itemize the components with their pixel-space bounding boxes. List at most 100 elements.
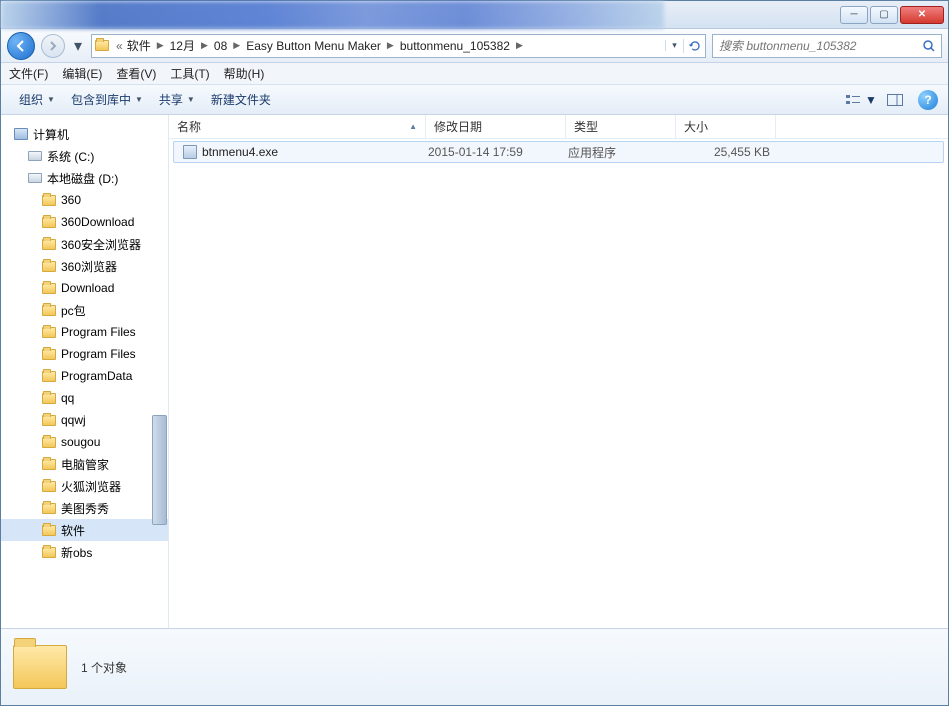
folder-icon	[42, 525, 56, 536]
details-pane: 1 个对象	[1, 629, 948, 705]
tree-folder[interactable]: pc包	[1, 299, 168, 321]
drive-icon	[28, 173, 42, 183]
search-icon[interactable]	[917, 39, 941, 53]
view-options-button[interactable]: ▼	[844, 90, 878, 110]
search-box[interactable]	[712, 34, 942, 58]
chevron-right-icon: ▶	[199, 40, 210, 51]
column-date[interactable]: 修改日期	[426, 115, 566, 138]
tree-drive-c[interactable]: 系统 (C:)	[1, 145, 168, 167]
file-view: 名称 ▲ 修改日期 类型 大小 btnmenu4.exe 2015-01-14 1…	[169, 115, 948, 628]
tree-folder[interactable]: 美图秀秀	[1, 497, 168, 519]
preview-pane-button[interactable]	[878, 90, 912, 110]
tree-label: 电脑管家	[61, 456, 109, 473]
chevron-down-icon: ▼	[865, 93, 877, 107]
column-name[interactable]: 名称 ▲	[169, 115, 426, 138]
column-label: 类型	[574, 118, 598, 135]
folder-icon	[42, 305, 56, 316]
minimize-button[interactable]: ─	[840, 6, 868, 24]
tree-folder[interactable]: qq	[1, 387, 168, 409]
breadcrumb-overflow[interactable]: «	[112, 39, 123, 53]
tree-folder[interactable]: 电脑管家	[1, 453, 168, 475]
folder-icon	[42, 239, 56, 250]
help-button[interactable]: ?	[918, 90, 938, 110]
share-label: 共享	[159, 91, 183, 108]
tree-label: sougou	[61, 435, 100, 449]
folder-icon	[42, 459, 56, 470]
tree-folder[interactable]: 新obs	[1, 541, 168, 563]
tree-folder[interactable]: 360	[1, 189, 168, 211]
chevron-right-icon: ▶	[385, 40, 396, 51]
scrollbar-thumb[interactable]	[152, 415, 167, 525]
tree-computer[interactable]: 计算机	[1, 123, 168, 145]
address-bar[interactable]: « 软件▶ 12月▶ 08▶ Easy Button Menu Maker▶ b…	[91, 34, 706, 58]
file-list[interactable]: btnmenu4.exe 2015-01-14 17:59 应用程序 25,45…	[169, 139, 948, 628]
breadcrumb-seg[interactable]: 12月	[166, 37, 199, 54]
menu-file[interactable]: 文件(F)	[9, 65, 48, 82]
breadcrumb-seg[interactable]: Easy Button Menu Maker	[242, 39, 385, 53]
tree-folder[interactable]: 火狐浏览器	[1, 475, 168, 497]
sort-indicator-icon: ▲	[409, 122, 417, 131]
folder-icon	[42, 393, 56, 404]
tree-label: 美图秀秀	[61, 500, 109, 517]
tree-label: pc包	[61, 302, 86, 319]
menu-edit[interactable]: 编辑(E)	[62, 65, 102, 82]
chevron-down-icon: ▼	[47, 95, 55, 104]
refresh-button[interactable]	[683, 39, 705, 53]
close-button[interactable]: ✕	[900, 6, 944, 24]
refresh-icon	[688, 39, 702, 53]
tree-folder[interactable]: 360浏览器	[1, 255, 168, 277]
titlebar: ─ ▢ ✕	[1, 1, 948, 29]
folder-icon	[42, 217, 56, 228]
breadcrumb-seg[interactable]: 08	[210, 39, 231, 53]
organize-button[interactable]: 组织 ▼	[11, 91, 63, 108]
column-label: 修改日期	[434, 118, 482, 135]
tree-label: Program Files	[61, 325, 136, 339]
chevron-right-icon: ▶	[155, 40, 166, 51]
tree-folder[interactable]: ProgramData	[1, 365, 168, 387]
organize-label: 组织	[19, 91, 43, 108]
menu-tools[interactable]: 工具(T)	[170, 65, 209, 82]
window-controls: ─ ▢ ✕	[840, 6, 944, 24]
tree-label: 360	[61, 193, 81, 207]
new-folder-button[interactable]: 新建文件夹	[203, 91, 279, 108]
tree-folder[interactable]: Program Files	[1, 343, 168, 365]
search-input[interactable]	[713, 39, 917, 53]
menu-view[interactable]: 查看(V)	[116, 65, 156, 82]
tree-label: 360浏览器	[61, 258, 117, 275]
folder-icon	[42, 195, 56, 206]
tree-label: 计算机	[33, 126, 69, 143]
folder-icon	[92, 40, 112, 51]
chevron-right-icon: ▶	[231, 40, 242, 51]
folder-icon	[42, 349, 56, 360]
tree-label: 系统 (C:)	[47, 148, 94, 165]
tree-folder[interactable]: 软件	[1, 519, 168, 541]
menu-help[interactable]: 帮助(H)	[224, 65, 265, 82]
breadcrumb-seg[interactable]: 软件	[123, 37, 155, 54]
tree-folder[interactable]: Download	[1, 277, 168, 299]
tree-folder[interactable]: qqwj	[1, 409, 168, 431]
address-dropdown[interactable]: ▾	[665, 40, 683, 51]
file-name: btnmenu4.exe	[200, 145, 428, 159]
include-library-button[interactable]: 包含到库中▼	[63, 91, 151, 108]
column-size[interactable]: 大小	[676, 115, 776, 138]
folder-icon	[42, 261, 56, 272]
column-type[interactable]: 类型	[566, 115, 676, 138]
back-button[interactable]	[7, 32, 35, 60]
chevron-down-icon: ▼	[187, 95, 195, 104]
history-dropdown[interactable]: ▾	[71, 34, 85, 58]
column-label: 名称	[177, 118, 201, 135]
tree-folder[interactable]: 360Download	[1, 211, 168, 233]
share-button[interactable]: 共享 ▼	[151, 91, 203, 108]
navigation-pane[interactable]: 计算机 系统 (C:) 本地磁盘 (D:) 360 360Download360安…	[1, 115, 169, 628]
navigation-bar: ▾ « 软件▶ 12月▶ 08▶ Easy Button Menu Maker▶…	[1, 29, 948, 63]
forward-button[interactable]	[41, 34, 65, 58]
breadcrumb-seg[interactable]: buttonmenu_105382	[396, 39, 514, 53]
tree-folder[interactable]: sougou	[1, 431, 168, 453]
folder-icon	[42, 327, 56, 338]
tree-drive-d[interactable]: 本地磁盘 (D:)	[1, 167, 168, 189]
tree-folder[interactable]: 360安全浏览器	[1, 233, 168, 255]
maximize-button[interactable]: ▢	[870, 6, 898, 24]
file-date: 2015-01-14 17:59	[428, 145, 568, 159]
file-row[interactable]: btnmenu4.exe 2015-01-14 17:59 应用程序 25,45…	[173, 141, 944, 163]
tree-folder[interactable]: Program Files	[1, 321, 168, 343]
